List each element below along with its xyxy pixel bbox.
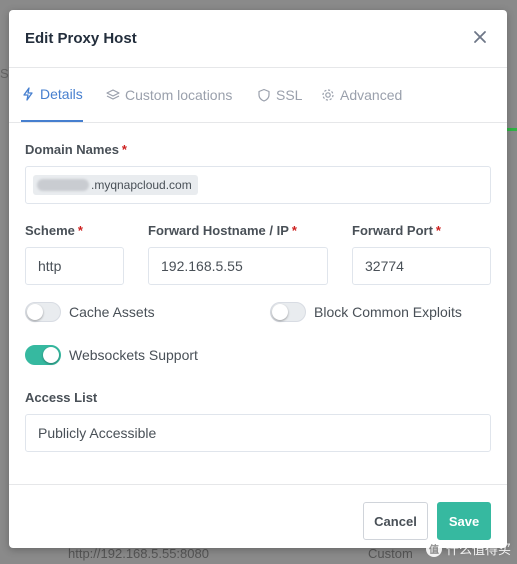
websockets-support-toggle[interactable]: Websockets Support — [25, 345, 198, 365]
cache-assets-switch[interactable] — [25, 302, 61, 322]
scheme-label: Scheme * — [25, 223, 83, 238]
forward-port-label: Forward Port * — [352, 223, 441, 238]
layers-icon — [106, 89, 120, 100]
toggle-label: Websockets Support — [69, 347, 198, 363]
edit-proxy-host-modal: Edit Proxy Host Details Custom locations… — [9, 10, 507, 548]
save-button[interactable]: Save — [437, 502, 491, 540]
tab-bar: Details Custom locations SSL Advanced — [9, 68, 507, 123]
tab-label: Custom locations — [125, 87, 233, 103]
bolt-icon — [23, 87, 33, 101]
cancel-button[interactable]: Cancel — [363, 502, 428, 540]
block-common-exploits-toggle[interactable]: Block Common Exploits — [270, 302, 462, 322]
block-common-exploits-switch[interactable] — [270, 302, 306, 322]
domain-names-input[interactable]: .myqnapcloud.com — [25, 166, 491, 204]
watermark: 值 什么值得买 — [425, 539, 511, 558]
access-list-select[interactable]: Publicly Accessible — [25, 414, 491, 452]
tab-ssl[interactable]: SSL — [257, 68, 302, 122]
tab-label: Advanced — [340, 87, 403, 103]
cache-assets-toggle[interactable]: Cache Assets — [25, 302, 155, 322]
watermark-logo-icon: 值 — [425, 540, 442, 557]
toggle-label: Block Common Exploits — [314, 304, 462, 320]
toggle-label: Cache Assets — [69, 304, 155, 320]
forward-hostname-label: Forward Hostname / IP * — [148, 223, 297, 238]
domain-chip[interactable]: .myqnapcloud.com — [33, 175, 198, 195]
forward-hostname-field[interactable]: 192.168.5.55 — [148, 247, 328, 285]
websockets-support-switch[interactable] — [25, 345, 61, 365]
tab-custom-locations[interactable]: Custom locations — [106, 68, 232, 122]
redacted-subdomain — [37, 179, 89, 191]
access-list-label: Access List — [25, 390, 98, 405]
modal-title: Edit Proxy Host — [25, 30, 137, 47]
tab-label: SSL — [276, 87, 303, 103]
forward-port-field[interactable]: 32774 — [352, 247, 491, 285]
watermark-text: 什么值得买 — [445, 542, 511, 557]
domain-names-label: Domain Names * — [25, 142, 127, 157]
tab-advanced[interactable]: Advanced — [321, 68, 402, 122]
close-icon[interactable] — [471, 28, 489, 46]
scheme-field[interactable]: http — [25, 247, 124, 285]
modal-header: Edit Proxy Host — [9, 10, 507, 68]
tab-details[interactable]: Details — [21, 68, 83, 122]
shield-icon — [258, 88, 270, 102]
gear-icon — [322, 89, 334, 101]
tab-label: Details — [40, 86, 83, 102]
background-accent-line — [507, 128, 517, 131]
